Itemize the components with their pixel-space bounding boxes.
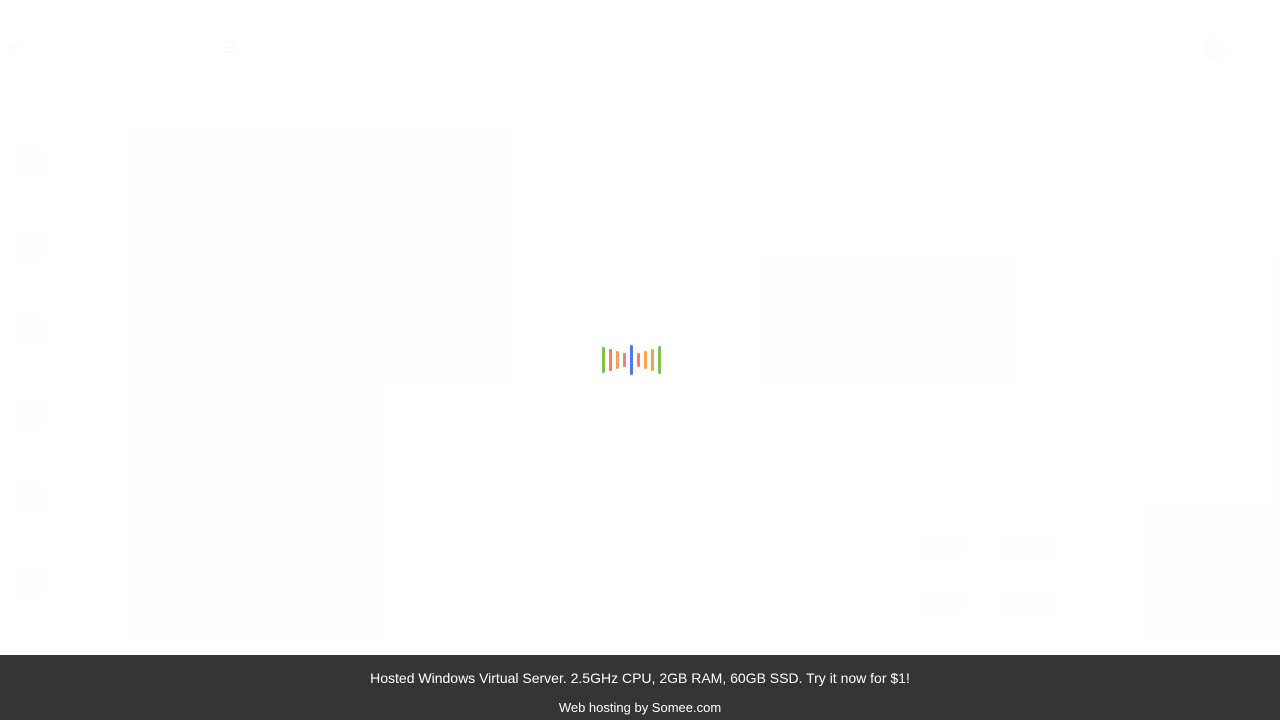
loader-bar: [602, 347, 605, 373]
loader-bar: [651, 349, 654, 371]
hosting-credit-text[interactable]: Web hosting by Somee.com: [0, 700, 1280, 715]
loader-bar: [616, 351, 619, 369]
loading-overlay: [0, 0, 1280, 655]
hosting-footer: Hosted Windows Virtual Server. 2.5GHz CP…: [0, 655, 1280, 720]
loader-bar: [630, 345, 633, 375]
loader-bar: [609, 349, 612, 371]
loader-bar: [644, 351, 647, 369]
loading-spinner: [602, 344, 668, 376]
loader-bar: [658, 346, 661, 374]
hosting-ad-text[interactable]: Hosted Windows Virtual Server. 2.5GHz CP…: [0, 670, 1280, 686]
loader-bar: [637, 353, 640, 367]
loader-bar: [623, 353, 626, 367]
